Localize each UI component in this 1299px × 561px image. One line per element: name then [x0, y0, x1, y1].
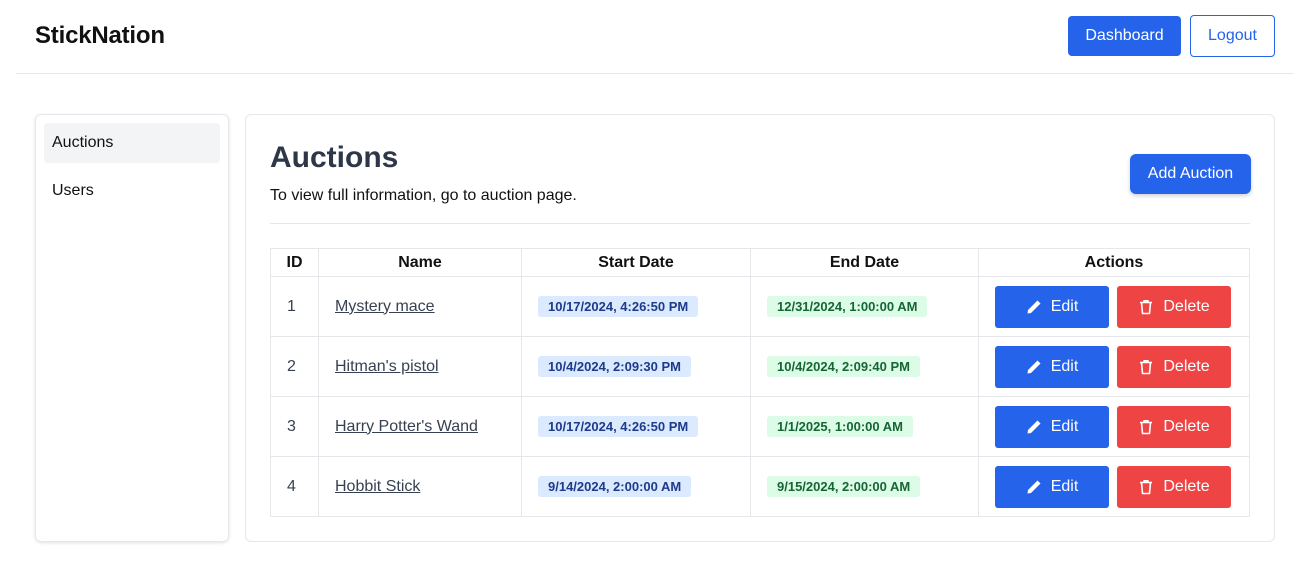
brand-logo-text: StickNation	[35, 22, 165, 49]
start-date-badge: 9/14/2024, 2:00:00 AM	[538, 476, 692, 497]
end-date-badge: 10/4/2024, 2:09:40 PM	[767, 356, 920, 377]
auctions-panel: Auctions To view full information, go to…	[245, 114, 1275, 542]
delete-label: Delete	[1163, 417, 1210, 435]
edit-label: Edit	[1050, 477, 1079, 495]
auction-name-link[interactable]: Mystery mace	[335, 298, 435, 315]
edit-button[interactable]: Edit	[995, 285, 1109, 328]
cell-id: 3	[270, 396, 319, 457]
column-header-name: Name	[318, 248, 522, 277]
top-navbar: StickNation Dashboard Logout	[16, 0, 1294, 74]
page-title: Auctions	[270, 141, 399, 174]
delete-button[interactable]: Delete	[1117, 465, 1231, 508]
actions-cell: Edit Delete	[978, 336, 1250, 397]
pencil-icon	[1027, 360, 1041, 373]
dashboard-button[interactable]: Dashboard	[1068, 16, 1181, 56]
sidebar-item-auctions[interactable]: Auctions	[44, 123, 220, 163]
auction-name-link[interactable]: Hitman's pistol	[335, 358, 439, 375]
start-date-badge: 10/17/2024, 4:26:50 PM	[538, 416, 699, 437]
cell-id: 2	[270, 336, 319, 397]
start-date-badge: 10/4/2024, 2:09:30 PM	[538, 356, 691, 377]
column-header-start-date: Start Date	[521, 248, 751, 277]
cell-id: 1	[270, 276, 319, 337]
table-row: 2 Hitman's pistol 10/4/2024, 2:09:30 PM …	[270, 336, 1250, 397]
end-date-badge: 1/1/2025, 1:00:00 AM	[767, 416, 913, 437]
actions-cell: Edit Delete	[978, 456, 1250, 517]
column-header-end-date: End Date	[750, 248, 979, 277]
add-auction-button[interactable]: Add Auction	[1130, 154, 1251, 194]
end-date-badge: 9/15/2024, 2:00:00 AM	[767, 476, 921, 497]
delete-button[interactable]: Delete	[1117, 285, 1231, 328]
pencil-icon	[1027, 480, 1041, 493]
delete-button[interactable]: Delete	[1117, 345, 1231, 388]
delete-label: Delete	[1163, 297, 1210, 315]
edit-label: Edit	[1050, 417, 1079, 435]
delete-label: Delete	[1163, 477, 1210, 495]
sidebar: Auctions Users	[35, 114, 229, 542]
edit-label: Edit	[1050, 297, 1079, 315]
auction-name-link[interactable]: Hobbit Stick	[335, 478, 420, 495]
divider	[270, 223, 1250, 224]
column-header-actions: Actions	[978, 248, 1250, 277]
table-row: 1 Mystery mace 10/17/2024, 4:26:50 PM 12…	[270, 276, 1250, 337]
edit-label: Edit	[1050, 357, 1079, 375]
trash-icon	[1140, 359, 1153, 374]
trash-icon	[1140, 479, 1153, 494]
pencil-icon	[1027, 420, 1041, 433]
edit-button[interactable]: Edit	[995, 345, 1109, 388]
actions-cell: Edit Delete	[978, 276, 1250, 337]
delete-button[interactable]: Delete	[1117, 405, 1231, 448]
logout-button[interactable]: Logout	[1190, 15, 1275, 57]
table-header-row: ID Name Start Date End Date Actions	[270, 248, 1250, 277]
actions-cell: Edit Delete	[978, 396, 1250, 457]
auction-name-link[interactable]: Harry Potter's Wand	[335, 418, 478, 435]
edit-button[interactable]: Edit	[995, 405, 1109, 448]
trash-icon	[1140, 419, 1153, 434]
pencil-icon	[1027, 300, 1041, 313]
table-row: 4 Hobbit Stick 9/14/2024, 2:00:00 AM 9/1…	[270, 456, 1250, 517]
start-date-badge: 10/17/2024, 4:26:50 PM	[538, 296, 699, 317]
trash-icon	[1140, 299, 1153, 314]
sidebar-item-users[interactable]: Users	[44, 171, 220, 211]
edit-button[interactable]: Edit	[995, 465, 1109, 508]
page-subtitle: To view full information, go to auction …	[270, 187, 577, 204]
cell-id: 4	[270, 456, 319, 517]
column-header-id: ID	[270, 248, 319, 277]
end-date-badge: 12/31/2024, 1:00:00 AM	[767, 296, 928, 317]
delete-label: Delete	[1163, 357, 1210, 375]
table-row: 3 Harry Potter's Wand 10/17/2024, 4:26:5…	[270, 396, 1250, 457]
auctions-table: ID Name Start Date End Date Actions 1 My…	[270, 248, 1250, 517]
